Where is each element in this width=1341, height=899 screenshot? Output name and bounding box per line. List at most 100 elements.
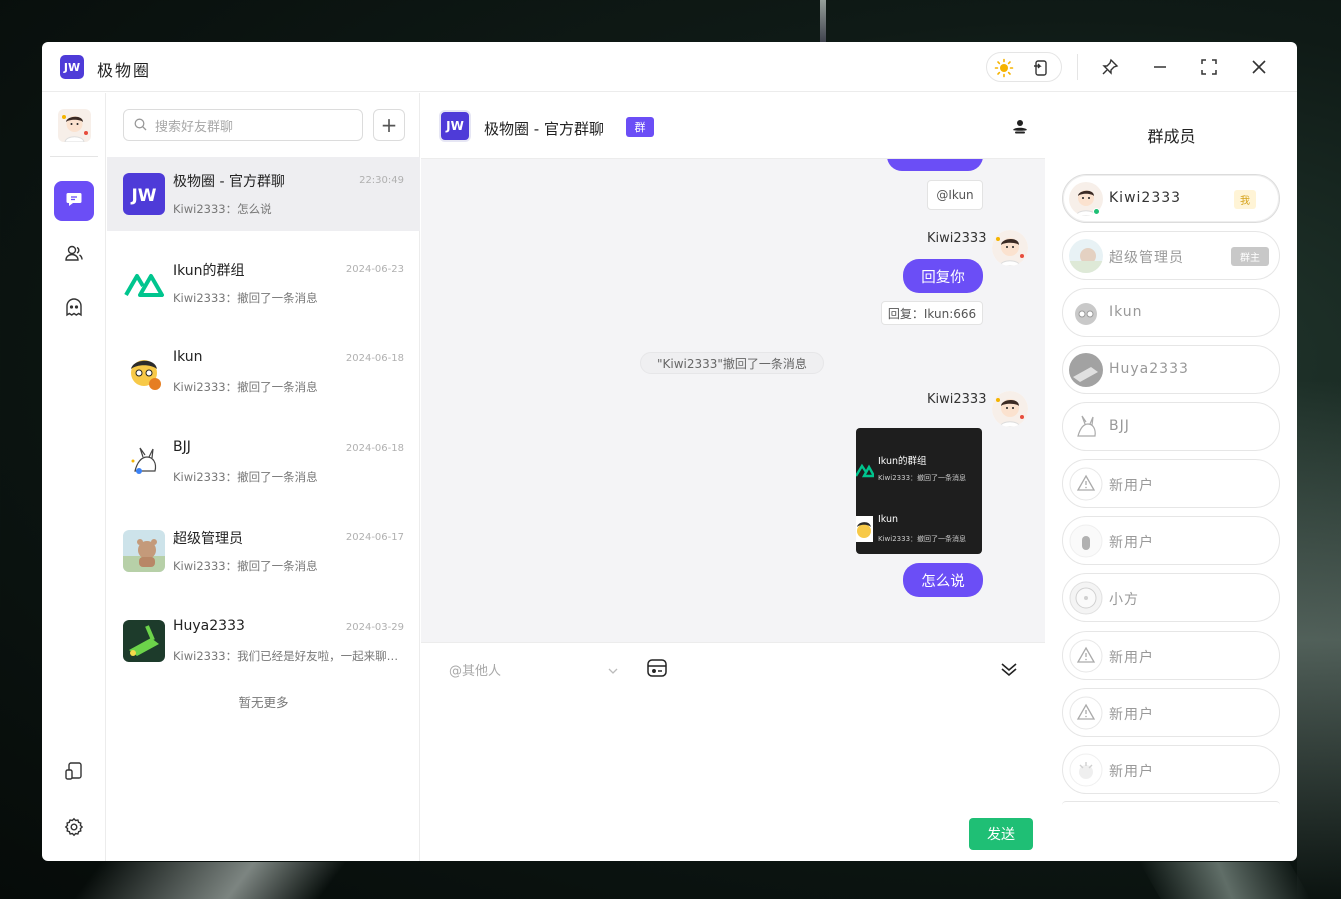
titlebar-divider [1077, 54, 1078, 80]
svg-text:JW: JW [130, 186, 156, 206]
member-name: Ikun [1109, 304, 1143, 320]
message-bubble[interactable]: 怎么说 [903, 563, 983, 597]
member-item[interactable]: 新用户 [1062, 688, 1280, 737]
member-avatar [1069, 524, 1103, 558]
conversation-item[interactable]: Ikun 2024-06-18 Kiwi2333：撤回了一条消息 [107, 335, 420, 409]
owner-badge: 群主 [1231, 247, 1269, 266]
member-name: 新用户 [1109, 478, 1154, 494]
nav-item-chat[interactable] [54, 181, 94, 221]
member-item[interactable]: 超级管理员 群主 [1062, 231, 1280, 280]
background-streak [1139, 862, 1311, 899]
member-item[interactable]: Ikun [1062, 288, 1280, 337]
conversation-last-message: Kiwi2333：撤回了一条消息 [173, 291, 318, 305]
warning-icon [1069, 696, 1103, 730]
image-row-name: Ikun的群组 [878, 456, 927, 467]
background-streak [820, 0, 826, 42]
conversation-item[interactable]: Ikun的群组 2024-06-23 Kiwi2333：撤回了一条消息 [107, 246, 420, 320]
image-upload-icon[interactable] [646, 657, 668, 679]
member-item-partial [1062, 801, 1280, 805]
member-avatar [1069, 581, 1103, 615]
system-note: "Kiwi2333"撤回了一条消息 [640, 352, 824, 374]
sun-icon[interactable] [991, 55, 1017, 81]
add-button[interactable]: + [373, 109, 405, 141]
mention-placeholder: @其他人 [449, 663, 502, 679]
member-item[interactable]: BJJ [1062, 402, 1280, 451]
chat-header: JW 极物圈 - 官方群聊 群 [421, 93, 1045, 159]
conversation-name: Huya2333 [173, 618, 245, 634]
member-item[interactable]: 新用户 [1062, 459, 1280, 508]
conversation-last-message: Kiwi2333：撤回了一条消息 [173, 380, 318, 394]
message-list[interactable]: @Ikun Kiwi2333 回复你 回复：Ikun:666 "Kiwi2333… [421, 159, 1045, 642]
settings-icon [64, 817, 84, 841]
member-item[interactable]: 新用户 [1062, 516, 1280, 565]
image-row-message: Kiwi2333：撤回了一条消息 [878, 535, 967, 543]
members-title: 群成员 [1147, 127, 1196, 146]
search-placeholder: 搜索好友群聊 [155, 119, 234, 135]
group-avatar: JW [123, 173, 165, 215]
message-bubble[interactable]: 回复你 [903, 259, 983, 293]
nav-item-device[interactable] [54, 753, 94, 793]
member-name: BJJ [1109, 418, 1130, 434]
title-bar[interactable]: JW 极物圈 [42, 42, 1297, 92]
send-button[interactable]: 发送 [969, 818, 1033, 850]
sender-avatar[interactable] [992, 391, 1028, 427]
conversation-item[interactable]: JW 极物圈 - 官方群聊 22:30:49 Kiwi2333：怎么说 [107, 157, 420, 231]
app-window: JW 极物圈 搜索好友群聊 + JW 极物圈 - 官方群聊 22:30:49 K… [42, 42, 1297, 861]
image-row-name: Ikun [878, 514, 899, 525]
nav-item-contacts[interactable] [54, 235, 94, 275]
member-item[interactable]: 小方 [1062, 573, 1280, 622]
conversation-item[interactable]: BJJ 2024-06-18 Kiwi2333：撤回了一条消息 [107, 425, 420, 499]
group-members-icon[interactable] [1011, 118, 1029, 136]
member-name: 新用户 [1109, 535, 1154, 551]
chevron-down-icon [607, 662, 619, 681]
conversation-item[interactable]: 超级管理员 2024-06-17 Kiwi2333：撤回了一条消息 [107, 514, 420, 588]
group-badge: 群 [626, 117, 654, 137]
pin-icon[interactable] [1097, 54, 1123, 80]
member-avatar [1069, 410, 1103, 444]
search-input[interactable]: 搜索好友群聊 [123, 109, 363, 141]
chat-group-avatar[interactable]: JW [439, 110, 471, 142]
member-item[interactable]: Huya2333 [1062, 345, 1280, 394]
ghost-icon [64, 297, 84, 321]
member-avatar [1069, 239, 1103, 273]
mention-select[interactable]: @其他人 [449, 658, 619, 680]
minimize-icon[interactable] [1147, 54, 1173, 80]
conversation-time: 22:30:49 [359, 175, 404, 186]
reply-tag[interactable]: 回复：Ikun:666 [881, 301, 983, 325]
nav-item-ghost[interactable] [54, 289, 94, 329]
member-item[interactable]: 新用户 [1062, 631, 1280, 680]
message-composer[interactable]: @其他人 发送 [421, 642, 1045, 861]
chat-icon [65, 190, 83, 212]
member-item[interactable]: Kiwi2333 我 [1062, 174, 1280, 223]
member-avatar [1069, 353, 1103, 387]
conversation-time: 2024-06-23 [345, 264, 404, 275]
chat-title: 极物圈 - 官方群聊 [484, 120, 604, 138]
close-icon[interactable] [1246, 54, 1272, 80]
conversation-time: 2024-06-18 [345, 443, 404, 454]
conversation-panel: 搜索好友群聊 + JW 极物圈 - 官方群聊 22:30:49 Kiwi2333… [107, 93, 420, 861]
message-bubble[interactable] [887, 159, 983, 171]
conversation-time: 2024-03-29 [345, 622, 404, 633]
nav-item-settings[interactable] [54, 809, 94, 849]
conversation-name: 极物圈 - 官方群聊 [173, 174, 285, 190]
background-streak [49, 862, 371, 899]
conversation-name: BJJ [173, 439, 191, 455]
collapse-icon[interactable] [999, 659, 1019, 679]
nuxt-logo-avatar [123, 262, 165, 304]
sender-avatar[interactable] [992, 230, 1028, 266]
member-name: 超级管理员 [1109, 250, 1184, 266]
image-message[interactable]: Ikun的群组 Kiwi2333：撤回了一条消息 Ikun Kiwi2333：撤… [856, 428, 982, 554]
member-item[interactable]: 新用户 [1062, 745, 1280, 794]
screenshot-icon[interactable] [1028, 55, 1054, 81]
maximize-icon[interactable] [1196, 54, 1222, 80]
member-name: 新用户 [1109, 707, 1154, 723]
user-avatar[interactable] [58, 109, 91, 142]
conversation-item[interactable]: Huya2333 2024-03-29 Kiwi2333：我们已经是好友啦，一起… [107, 604, 420, 678]
reply-tag[interactable]: @Ikun [927, 180, 983, 210]
sender-name: Kiwi2333 [927, 392, 987, 407]
theme-toggle-group [986, 52, 1062, 82]
members-panel: 群成员 Kiwi2333 我 超级管理员 群主 Ikun Huya2333 BJ… [1046, 93, 1297, 861]
member-name: Huya2333 [1109, 361, 1189, 377]
member-avatar [1069, 296, 1103, 330]
online-indicator [1093, 208, 1100, 215]
